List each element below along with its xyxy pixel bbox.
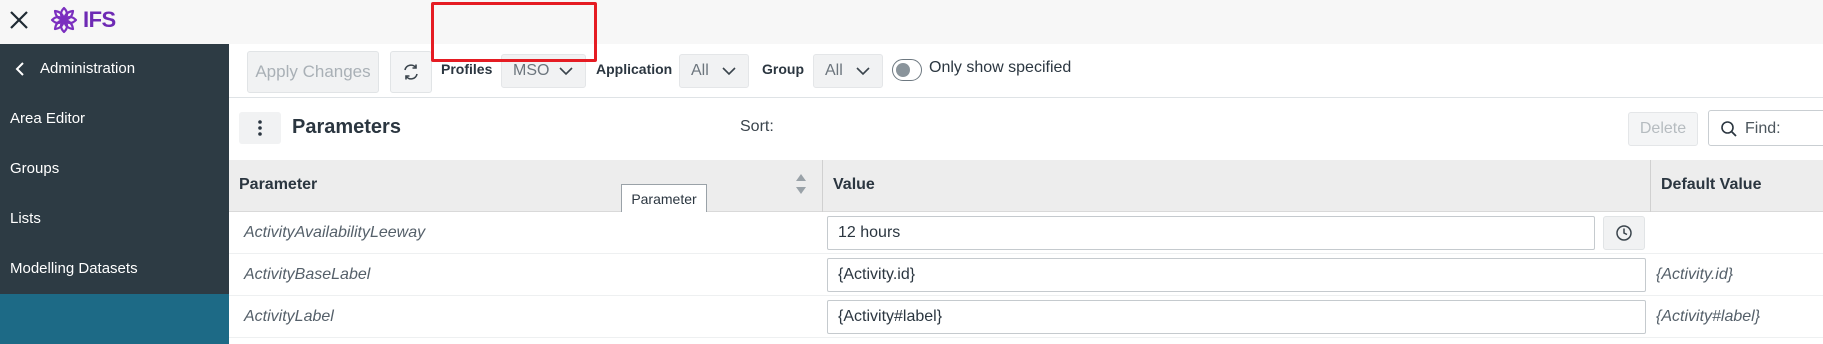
refresh-icon — [404, 64, 418, 80]
application-value: All — [691, 62, 709, 79]
column-tooltip: Parameter — [621, 184, 707, 214]
parameter-cell: ActivityBaseLabel — [244, 266, 371, 283]
group-label: Group — [762, 61, 804, 77]
chevron-down-icon — [559, 67, 573, 76]
application-dropdown[interactable]: All — [679, 54, 749, 88]
profiles-highlight-box — [431, 2, 597, 62]
sidebar-item-label: Groups — [10, 160, 60, 177]
list-menu-button[interactable] — [239, 112, 281, 144]
default-value-cell: {Activity#label} — [1656, 308, 1761, 325]
value-input[interactable]: 12 hours — [827, 216, 1595, 250]
group-value: All — [825, 62, 843, 79]
kebab-menu-icon — [258, 120, 262, 136]
parameter-cell: ActivityLabel — [244, 308, 334, 325]
chevron-down-icon — [722, 67, 736, 76]
column-header-label: Parameter — [239, 176, 318, 193]
find-input[interactable]: Find: — [1708, 110, 1823, 146]
sidebar-item-active[interactable] — [0, 294, 229, 344]
duration-picker-button[interactable] — [1603, 216, 1645, 250]
sidebar: Administration Area Editor Groups Lists … — [0, 44, 229, 344]
only-show-specified-label: Only show specified — [929, 59, 1072, 76]
logo-text: IFS — [83, 7, 116, 32]
search-icon — [1721, 121, 1737, 137]
sidebar-item-label: Area Editor — [10, 110, 86, 127]
column-header-label: Value — [833, 176, 875, 193]
profiles-label: Profiles — [441, 61, 493, 77]
sidebar-item-lists[interactable]: Lists — [0, 194, 229, 244]
application-label: Application — [596, 61, 673, 77]
app-header: IFS — [0, 0, 1823, 44]
ifs-logo: IFS — [48, 3, 116, 37]
chevron-left-icon — [15, 62, 24, 76]
list-title: Parameters — [292, 116, 401, 138]
sidebar-back-label: Administration — [40, 60, 136, 77]
apply-changes-button[interactable]: Apply Changes — [247, 51, 379, 93]
delete-button[interactable]: Delete — [1628, 112, 1698, 146]
find-placeholder: Find: — [1745, 120, 1781, 137]
default-value-cell: {Activity.id} — [1656, 266, 1734, 283]
sidebar-back-administration[interactable]: Administration — [0, 44, 229, 94]
sort-icon[interactable] — [795, 172, 807, 196]
table-row[interactable]: ActivityAvailabilityLeeway 12 hours — [229, 212, 1823, 254]
sidebar-item-groups[interactable]: Groups — [0, 144, 229, 194]
sidebar-item-label: Lists — [10, 210, 41, 227]
table-header: Parameter Value Default Value — [229, 160, 1823, 212]
sidebar-item-area-editor[interactable]: Area Editor — [0, 94, 229, 144]
value-input[interactable]: {Activity#label} — [827, 300, 1646, 334]
column-header-default-value[interactable]: Default Value — [1651, 160, 1823, 212]
sort-label: Sort: — [740, 118, 774, 135]
clock-icon — [1616, 225, 1632, 241]
only-show-specified-toggle[interactable] — [892, 59, 922, 81]
refresh-button[interactable] — [390, 51, 432, 93]
group-dropdown[interactable]: All — [813, 54, 883, 88]
column-header-parameter[interactable]: Parameter — [229, 160, 823, 212]
close-icon[interactable] — [8, 9, 30, 31]
sidebar-item-modelling-datasets[interactable]: Modelling Datasets — [0, 244, 229, 294]
chevron-down-icon — [856, 67, 870, 76]
column-header-label: Default Value — [1661, 176, 1762, 193]
value-input[interactable]: {Activity.id} — [827, 258, 1646, 292]
table-row[interactable]: ActivityBaseLabel {Activity.id} {Activit… — [229, 254, 1823, 296]
profiles-value: MSO — [513, 62, 550, 79]
list-header: Parameters Sort: Delete Find: — [229, 98, 1823, 160]
ifs-logo-icon — [50, 6, 78, 34]
sidebar-item-label: Modelling Datasets — [10, 260, 138, 277]
table-row[interactable]: ActivityLabel {Activity#label} {Activity… — [229, 296, 1823, 338]
column-header-value[interactable]: Value — [823, 160, 1651, 212]
parameter-cell: ActivityAvailabilityLeeway — [244, 224, 426, 241]
